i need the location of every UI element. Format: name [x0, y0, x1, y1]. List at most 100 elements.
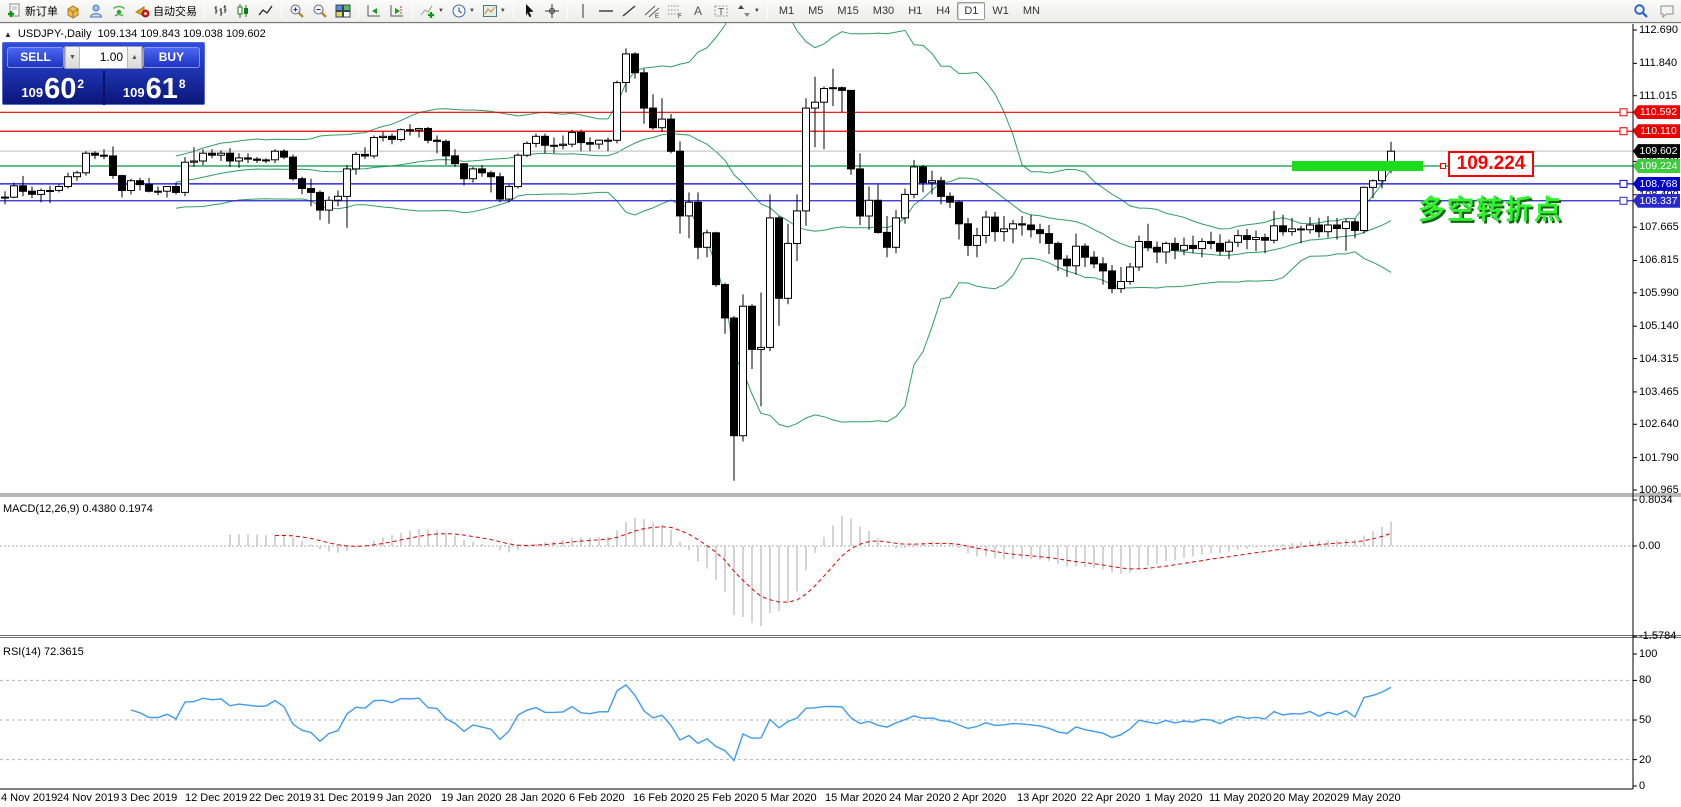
chart-canvas[interactable] — [0, 22, 1681, 807]
crosshair-icon — [544, 3, 560, 19]
search-icon — [1633, 3, 1649, 19]
price-callout-label[interactable]: 109.224 — [1448, 151, 1534, 177]
vertical-line-icon — [575, 3, 591, 19]
sell-price[interactable]: 109 60 2 — [3, 71, 105, 105]
toolbar-separator — [204, 3, 205, 19]
zoom-out-button[interactable] — [309, 1, 331, 21]
chart-shift-button[interactable] — [386, 1, 408, 21]
candlestick-button[interactable] — [232, 1, 254, 21]
search-button[interactable] — [1630, 1, 1652, 21]
volume-increase-button[interactable]: ▲ — [127, 46, 142, 69]
periods-button[interactable]: ▼ — [448, 1, 478, 21]
toolbar-separator — [281, 3, 282, 19]
chevron-down-icon: ▼ — [754, 8, 760, 14]
chart-shift-icon — [389, 3, 405, 19]
panel-collapse-icon[interactable]: ▲ — [4, 30, 12, 39]
pivot-annotation[interactable]: 多空转折点 — [1418, 188, 1563, 227]
timeframe-m30[interactable]: M30 — [866, 2, 901, 20]
indicators-button[interactable]: ▼ — [417, 1, 447, 21]
crosshair-button[interactable] — [541, 1, 563, 21]
indicators-icon — [420, 3, 436, 19]
text-label-button[interactable]: T — [710, 1, 732, 21]
svg-text:E: E — [655, 14, 659, 19]
horizontal-line-icon — [598, 3, 614, 19]
timeframe-m1[interactable]: M1 — [772, 2, 801, 20]
macd-pane — [0, 516, 1633, 626]
svg-text:F: F — [678, 14, 682, 19]
timeframe-group: M1M5M15M30H1H4D1W1MN — [772, 2, 1047, 20]
buy-price[interactable]: 109 61 8 — [105, 71, 205, 105]
line-chart-icon — [258, 3, 274, 19]
toolbar-separator — [358, 3, 359, 19]
market-watch-button[interactable] — [62, 1, 84, 21]
signal-icon — [111, 3, 127, 19]
auto-scroll-button[interactable] — [363, 1, 385, 21]
timeframe-h1[interactable]: H1 — [901, 2, 929, 20]
support-band[interactable] — [1292, 161, 1423, 171]
svg-text:A: A — [694, 4, 702, 18]
bollinger-bands — [176, 22, 1391, 427]
volume-input[interactable]: 1.00 — [80, 50, 127, 64]
chart-window: 112.690111.840111.015110.165109.340108.4… — [0, 22, 1681, 807]
macd-indicator-label: MACD(12,26,9) 0.4380 0.1974 — [3, 503, 153, 515]
buy-price-sup: 8 — [179, 77, 186, 91]
signal-button[interactable] — [108, 1, 130, 21]
horizontal-line-button[interactable] — [595, 1, 617, 21]
candlestick-icon — [235, 3, 251, 19]
buy-button[interactable]: BUY — [143, 47, 200, 68]
timeframe-d1[interactable]: D1 — [957, 2, 985, 20]
bar-chart-icon — [212, 3, 228, 19]
navigator-icon — [88, 3, 104, 19]
arrows-button[interactable]: ▼ — [733, 1, 763, 21]
tile-windows-icon — [335, 3, 351, 19]
timeframe-w1[interactable]: W1 — [985, 2, 1016, 20]
sell-price-big: 60 — [44, 75, 76, 103]
toolbar-separator — [513, 3, 514, 19]
cursor-button[interactable] — [518, 1, 540, 21]
timeframe-h4[interactable]: H4 — [929, 2, 957, 20]
new-order-icon — [6, 3, 22, 19]
toolbar: 新订单 自动交易 ▼ ▼ — [0, 0, 1681, 22]
bar-chart-button[interactable] — [209, 1, 231, 21]
sell-price-sup: 2 — [77, 77, 84, 91]
chat-icon — [1659, 3, 1675, 19]
svg-text:T: T — [718, 7, 724, 18]
equidistant-channel-button[interactable]: E — [641, 1, 663, 21]
chart-title-row: ▲ USDJPY-,Daily 109.134 109.843 109.038 … — [4, 28, 266, 40]
text-label-icon: T — [713, 3, 729, 19]
toolbar-separator — [412, 3, 413, 19]
sell-button[interactable]: SELL — [7, 47, 64, 68]
timeframe-m5[interactable]: M5 — [801, 2, 830, 20]
volume-decrease-button[interactable]: ▼ — [65, 46, 80, 69]
timeframe-mn[interactable]: MN — [1016, 2, 1047, 20]
text-button[interactable]: A — [687, 1, 709, 21]
one-click-trade-panel: SELL ▼ 1.00 ▲ BUY 109 60 2 109 61 8 — [2, 42, 205, 105]
sell-price-prefix: 109 — [21, 85, 43, 100]
equidistant-channel-icon: E — [644, 3, 660, 19]
templates-button[interactable]: ▼ — [479, 1, 509, 21]
chat-button[interactable] — [1656, 1, 1678, 21]
new-order-button[interactable]: 新订单 — [3, 1, 61, 21]
toolbar-separator — [767, 3, 768, 19]
volume-control: ▼ 1.00 ▲ — [64, 46, 143, 69]
cursor-icon — [521, 3, 537, 19]
tile-windows-button[interactable] — [332, 1, 354, 21]
buy-price-prefix: 109 — [123, 85, 145, 100]
trendline-button[interactable] — [618, 1, 640, 21]
navigator-button[interactable] — [85, 1, 107, 21]
timeframe-m15[interactable]: M15 — [830, 2, 865, 20]
autotrading-label: 自动交易 — [153, 3, 197, 19]
fibonacci-button[interactable]: F — [664, 1, 686, 21]
arrows-icon — [736, 3, 752, 19]
rsi-pane — [0, 680, 1633, 760]
line-chart-button[interactable] — [255, 1, 277, 21]
vertical-line-button[interactable] — [572, 1, 594, 21]
zoom-in-button[interactable] — [286, 1, 308, 21]
trendline-icon — [621, 3, 637, 19]
chart-ohlc-values: 109.134 109.843 109.038 109.602 — [97, 28, 265, 40]
auto-scroll-icon — [366, 3, 382, 19]
chevron-down-icon: ▼ — [438, 8, 444, 14]
autotrading-button[interactable]: 自动交易 — [131, 1, 200, 21]
candlesticks — [2, 48, 1395, 480]
callout-handle[interactable] — [1440, 163, 1446, 169]
